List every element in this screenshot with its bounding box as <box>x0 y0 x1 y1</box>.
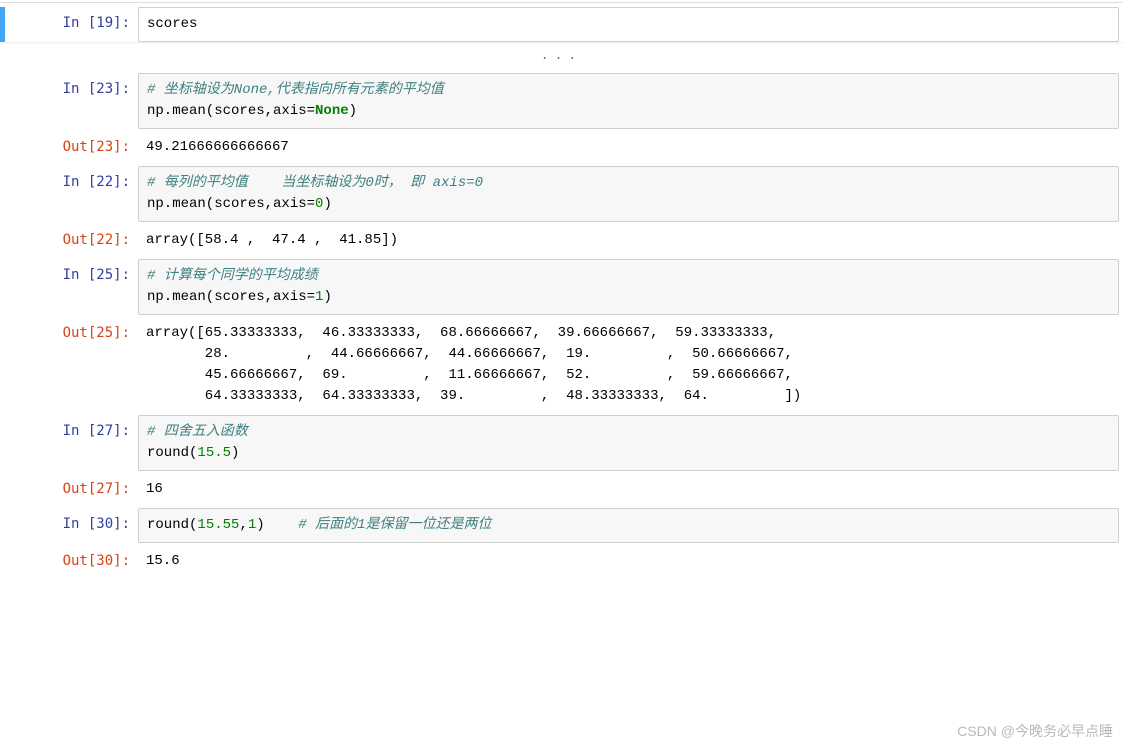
comment: # 四舍五入函数 <box>147 424 248 440</box>
number-literal: 15.5 <box>197 445 231 461</box>
comment: # 计算每个同学的平均成绩 <box>147 268 318 284</box>
code-input-19[interactable]: scores <box>138 7 1119 42</box>
in-prompt-27: In [27]: <box>0 415 138 471</box>
cell-22-out: Out[22]: array([58.4 , 47.4 , 41.85]) <box>0 224 1123 257</box>
comment: # 后面的1是保留一位还是两位 <box>298 517 491 533</box>
cell-27-out: Out[27]: 16 <box>0 473 1123 506</box>
code-prefix: np.mean(scores,axis= <box>147 289 315 305</box>
code-prefix: np.mean(scores,axis= <box>147 196 315 212</box>
output-27: 16 <box>138 473 1119 506</box>
notebook: In [19]: scores ... In [23]: # 坐标轴设为None… <box>0 0 1123 578</box>
code-suffix: ) <box>349 103 357 119</box>
collapsed-output-19[interactable]: ... <box>0 44 1123 73</box>
code-suffix: ) <box>256 517 298 533</box>
cell-22-in[interactable]: In [22]: # 每列的平均值 当坐标轴设为0时， 即 axis=0 np.… <box>0 166 1123 222</box>
out-prompt-22: Out[22]: <box>0 224 138 257</box>
code-input-27[interactable]: # 四舍五入函数 round(15.5) <box>138 415 1119 471</box>
out-prompt-30: Out[30]: <box>0 545 138 578</box>
in-prompt-19: In [19]: <box>5 7 138 42</box>
cell-23-out: Out[23]: 49.21666666666667 <box>0 131 1123 164</box>
code-suffix: ) <box>231 445 239 461</box>
number-literal: 15.55 <box>197 517 239 533</box>
code-input-22[interactable]: # 每列的平均值 当坐标轴设为0时， 即 axis=0 np.mean(scor… <box>138 166 1119 222</box>
in-prompt-23: In [23]: <box>0 73 138 129</box>
cell-25-out: Out[25]: array([65.33333333, 46.33333333… <box>0 317 1123 413</box>
code-suffix: ) <box>323 289 331 305</box>
out-prompt-27: Out[27]: <box>0 473 138 506</box>
sep: , <box>239 517 247 533</box>
number-literal: 1 <box>248 517 256 533</box>
comment: # 每列的平均值 当坐标轴设为0时， 即 axis=0 <box>147 175 483 191</box>
code-prefix: round( <box>147 445 197 461</box>
cell-19[interactable]: In [19]: scores <box>0 7 1123 42</box>
output-22: array([58.4 , 47.4 , 41.85]) <box>138 224 1119 257</box>
top-divider <box>0 2 1123 3</box>
code-input-25[interactable]: # 计算每个同学的平均成绩 np.mean(scores,axis=1) <box>138 259 1119 315</box>
output-25: array([65.33333333, 46.33333333, 68.6666… <box>138 317 1119 413</box>
output-30: 15.6 <box>138 545 1119 578</box>
in-prompt-25: In [25]: <box>0 259 138 315</box>
cell-25-in[interactable]: In [25]: # 计算每个同学的平均成绩 np.mean(scores,ax… <box>0 259 1123 315</box>
code-input-30[interactable]: round(15.55,1) # 后面的1是保留一位还是两位 <box>138 508 1119 543</box>
code-suffix: ) <box>323 196 331 212</box>
out-prompt-23: Out[23]: <box>0 131 138 164</box>
none-literal: None <box>315 103 349 119</box>
cell-23-in[interactable]: In [23]: # 坐标轴设为None,代表指向所有元素的平均值 np.mea… <box>0 73 1123 129</box>
out-prompt-25: Out[25]: <box>0 317 138 413</box>
code-prefix: round( <box>147 517 197 533</box>
code-prefix: np.mean(scores,axis= <box>147 103 315 119</box>
code-text: scores <box>147 16 197 32</box>
output-23: 49.21666666666667 <box>138 131 1119 164</box>
cell-30-in[interactable]: In [30]: round(15.55,1) # 后面的1是保留一位还是两位 <box>0 508 1123 543</box>
in-prompt-22: In [22]: <box>0 166 138 222</box>
code-input-23[interactable]: # 坐标轴设为None,代表指向所有元素的平均值 np.mean(scores,… <box>138 73 1119 129</box>
watermark: CSDN @今晚务必早点睡 <box>957 721 1113 741</box>
cell-30-out: Out[30]: 15.6 <box>0 545 1123 578</box>
comment: # 坐标轴设为None,代表指向所有元素的平均值 <box>147 82 444 98</box>
cell-27-in[interactable]: In [27]: # 四舍五入函数 round(15.5) <box>0 415 1123 471</box>
in-prompt-30: In [30]: <box>0 508 138 543</box>
